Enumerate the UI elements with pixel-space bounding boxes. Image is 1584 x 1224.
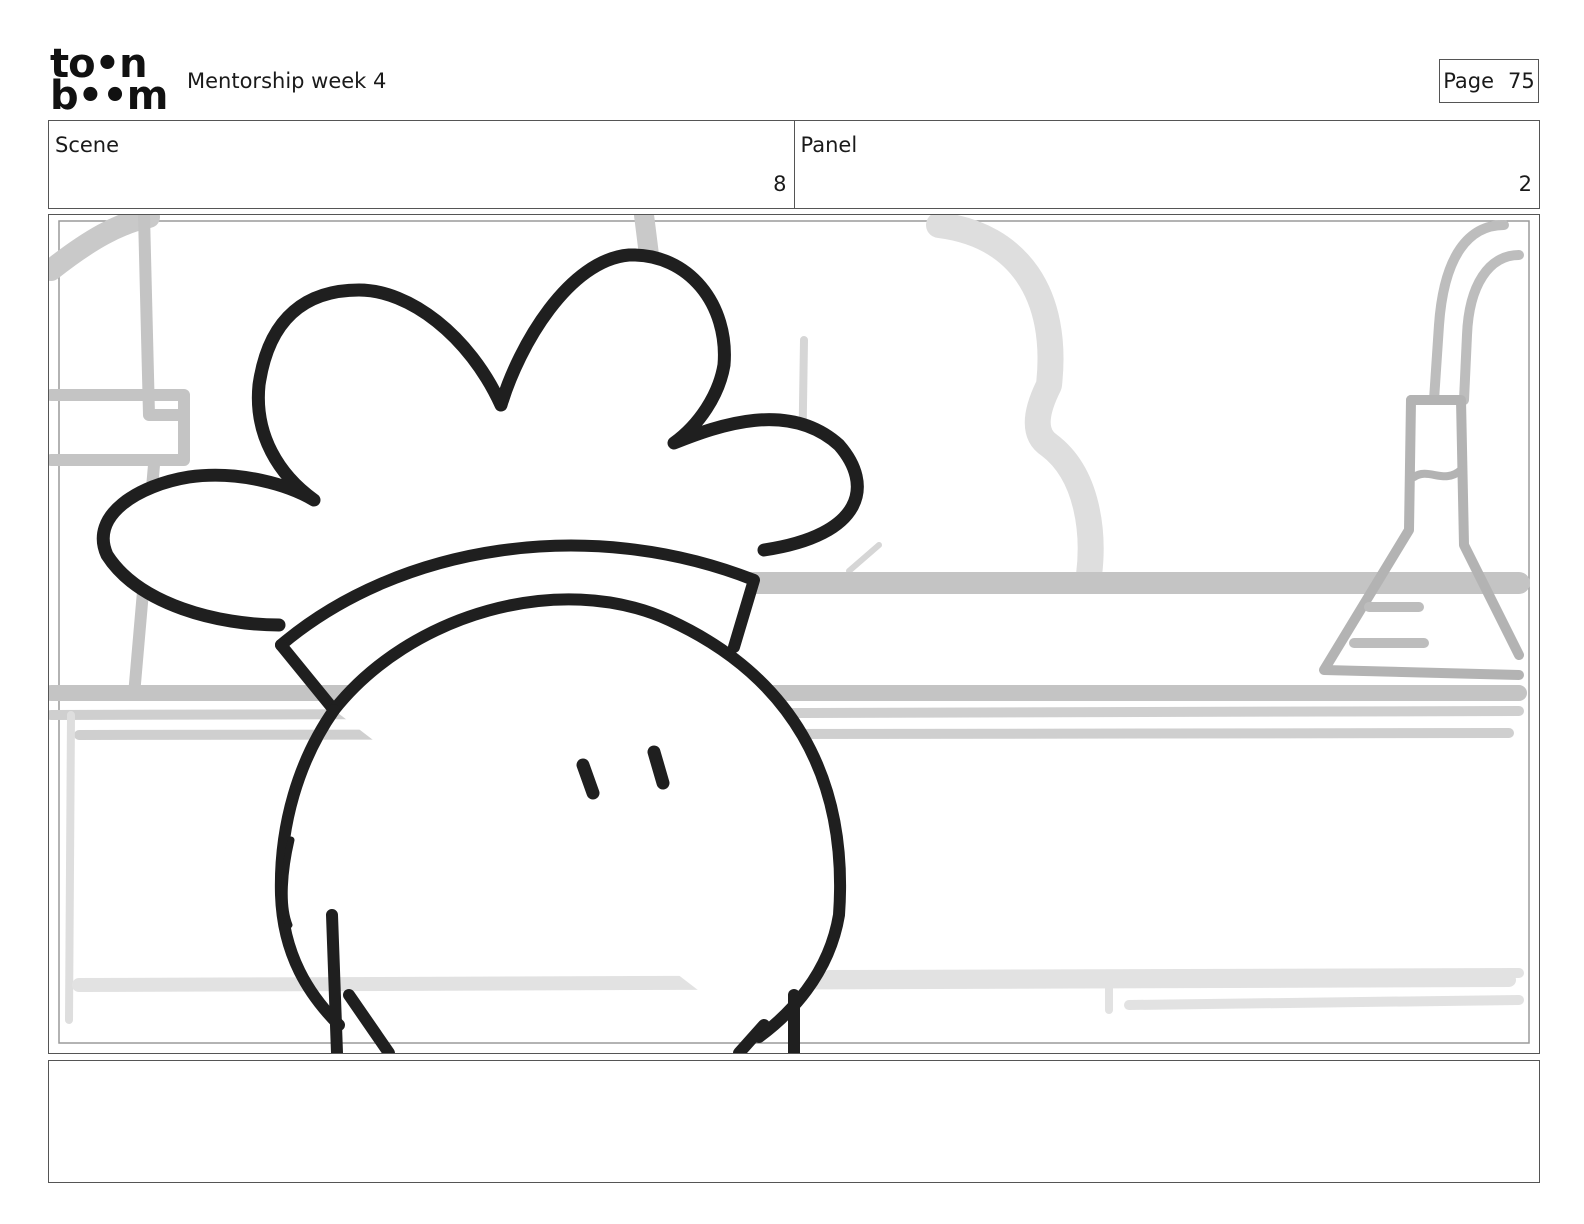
left-pipe <box>49 215 160 281</box>
lower-shelf-front <box>1124 995 1524 1010</box>
scene-label: Scene <box>55 133 120 157</box>
flask-left <box>1319 395 1524 680</box>
flask-right <box>1406 395 1524 660</box>
rod-tip <box>846 542 882 574</box>
tube-curve-inner <box>1459 250 1524 405</box>
chef-character <box>96 248 864 1053</box>
left-shelf-box <box>49 389 190 466</box>
project-title: Mentorship week 4 <box>187 69 387 93</box>
eye-right <box>647 745 670 790</box>
page-indicator: Page 75 <box>1439 59 1539 103</box>
left-shelf-bracket <box>138 215 190 421</box>
character-head-right <box>328 593 846 1043</box>
body-line-left <box>326 909 343 1053</box>
scene-value: 8 <box>773 172 787 196</box>
panel-cell: Panel 2 <box>793 121 1540 208</box>
bottle-outline <box>926 215 1104 588</box>
storyboard-panel <box>48 214 1540 1054</box>
body-line-diagonal <box>343 989 395 1053</box>
top-pipe <box>634 215 659 265</box>
panel-label: Panel <box>800 133 858 157</box>
page-label: Page <box>1443 69 1495 93</box>
logo-line-2: b••m <box>50 73 168 119</box>
panel-value: 2 <box>1518 172 1532 196</box>
scene-cell: Scene 8 <box>49 121 794 208</box>
counter-left-side <box>65 711 75 1024</box>
flask-liquid <box>1410 466 1465 481</box>
head-highlight <box>280 836 295 929</box>
page-number: 75 <box>1508 69 1535 93</box>
toon-boom-logo: to•n b••m <box>50 44 168 119</box>
lower-shelf-back <box>824 968 1524 980</box>
scene-panel-info: Scene 8 Panel 2 <box>48 120 1540 209</box>
panel-drawing <box>49 215 1530 1053</box>
caption-box <box>48 1060 1540 1183</box>
